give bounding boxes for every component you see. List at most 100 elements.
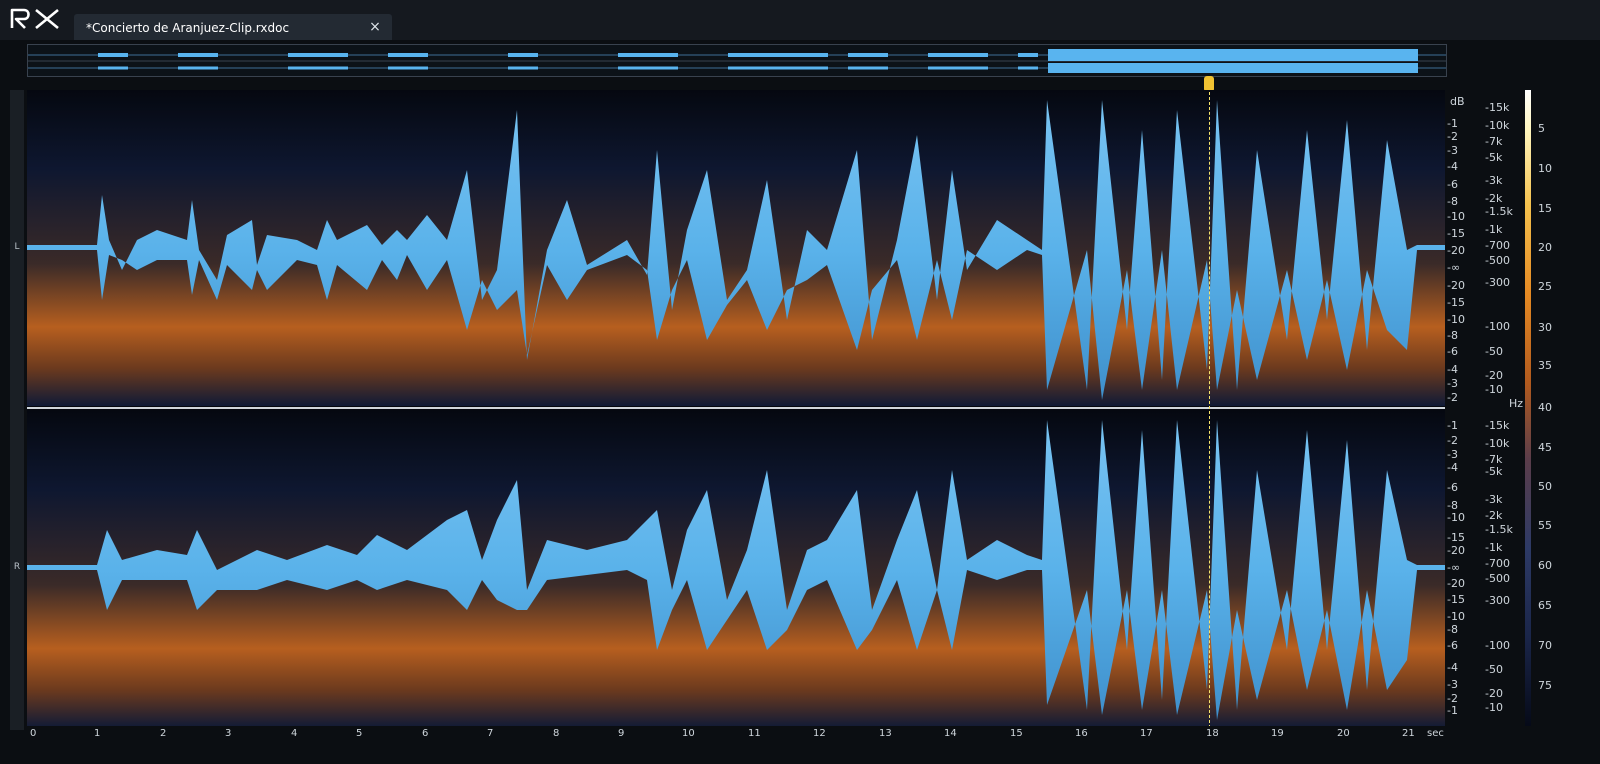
amplitude-tick: -20 xyxy=(1447,544,1465,557)
spectrogram-graphic xyxy=(27,90,1445,728)
amplitude-tick: -2 xyxy=(1447,130,1458,143)
frequency-tick: -15k xyxy=(1485,419,1510,432)
spectrogram-waveform-display[interactable] xyxy=(27,90,1445,728)
bottom-toolbar xyxy=(0,748,1600,764)
amplitude-tick: -15 xyxy=(1447,531,1465,544)
frequency-tick: -7k xyxy=(1485,135,1503,148)
amplitude-tick: -10 xyxy=(1447,313,1465,326)
rx-logo-icon xyxy=(10,8,59,30)
frequency-tick: -20 xyxy=(1485,369,1503,382)
time-tick: 8 xyxy=(553,728,560,739)
time-tick: 2 xyxy=(160,728,167,739)
frequency-tick: -700 xyxy=(1485,239,1510,252)
channel-right-label: R xyxy=(13,562,21,572)
db-scale-tick: 65 xyxy=(1538,599,1552,612)
document-tab[interactable]: *Concierto de Aranjuez-Clip.rxdoc × xyxy=(74,14,392,40)
amplitude-tick: -4 xyxy=(1447,461,1458,474)
amplitude-tick: -20 xyxy=(1447,577,1465,590)
time-tick: 21 xyxy=(1402,728,1415,739)
frequency-tick: -1.5k xyxy=(1485,523,1513,536)
time-tick: 18 xyxy=(1206,728,1219,739)
title-bar: *Concierto de Aranjuez-Clip.rxdoc × xyxy=(0,0,1600,40)
time-tick: 14 xyxy=(944,728,957,739)
time-tick: 15 xyxy=(1010,728,1023,739)
time-ruler[interactable]: 0 1 2 3 4 5 6 7 8 9 10 11 12 13 14 15 16… xyxy=(27,726,1445,748)
db-scale-tick: 35 xyxy=(1538,359,1552,372)
frequency-tick: -1k xyxy=(1485,223,1503,236)
amplitude-tick: -3 xyxy=(1447,377,1458,390)
amplitude-tick: -6 xyxy=(1447,639,1458,652)
db-scale-tick: 15 xyxy=(1538,202,1552,215)
amplitude-tick: -1 xyxy=(1447,704,1458,717)
db-scale-tick: 20 xyxy=(1538,241,1552,254)
frequency-tick: -50 xyxy=(1485,345,1503,358)
db-scale-tick: 55 xyxy=(1538,519,1552,532)
frequency-tick: -10 xyxy=(1485,383,1503,396)
spectrogram-color-scale xyxy=(1525,90,1531,726)
amplitude-tick: -3 xyxy=(1447,678,1458,691)
amplitude-tick: -3 xyxy=(1447,144,1458,157)
db-scale-tick: 75 xyxy=(1538,679,1552,692)
time-tick: 13 xyxy=(879,728,892,739)
amplitude-tick: -20 xyxy=(1447,279,1465,292)
frequency-unit-label: Hz xyxy=(1509,397,1524,410)
time-tick: 7 xyxy=(487,728,494,739)
channel-divider-handle[interactable] xyxy=(27,407,1445,409)
frequency-tick: -3k xyxy=(1485,174,1503,187)
frequency-tick: -2k xyxy=(1485,509,1503,522)
db-scale-tick: 50 xyxy=(1538,480,1552,493)
close-tab-icon[interactable]: × xyxy=(365,17,385,37)
amplitude-tick: -15 xyxy=(1447,227,1465,240)
amplitude-tick: -1 xyxy=(1447,419,1458,432)
amplitude-tick: -10 xyxy=(1447,210,1465,223)
db-scale-tick: 70 xyxy=(1538,639,1552,652)
frequency-tick: -100 xyxy=(1485,639,1510,652)
frequency-tick: -15k xyxy=(1485,101,1510,114)
time-tick: 3 xyxy=(225,728,232,739)
overview-waveform-graphic xyxy=(28,49,1446,73)
time-tick: 0 xyxy=(30,728,37,739)
time-tick: 4 xyxy=(291,728,298,739)
amplitude-tick: -8 xyxy=(1447,329,1458,342)
frequency-tick: -2k xyxy=(1485,192,1503,205)
amplitude-tick: -8 xyxy=(1447,195,1458,208)
editor-area: L R dB -1 -2 -3 -4 -6 -8 -10 -15 -20 -∞ … xyxy=(0,90,1600,764)
frequency-tick: -1k xyxy=(1485,541,1503,554)
amplitude-unit-label: dB xyxy=(1450,95,1465,108)
amplitude-tick: -15 xyxy=(1447,296,1465,309)
time-tick: 10 xyxy=(682,728,695,739)
time-tick: 1 xyxy=(94,728,101,739)
amplitude-tick: -1 xyxy=(1447,117,1458,130)
db-scale-tick: 10 xyxy=(1538,162,1552,175)
frequency-tick: -10k xyxy=(1485,437,1510,450)
time-unit-label: sec xyxy=(1427,728,1444,739)
time-tick: 20 xyxy=(1337,728,1350,739)
frequency-tick: -5k xyxy=(1485,151,1503,164)
amplitude-tick: -∞ xyxy=(1447,561,1461,574)
db-scale-tick: 25 xyxy=(1538,280,1552,293)
frequency-tick: -700 xyxy=(1485,557,1510,570)
amplitude-tick: -20 xyxy=(1447,244,1465,257)
amplitude-tick: -15 xyxy=(1447,593,1465,606)
frequency-tick: -500 xyxy=(1485,572,1510,585)
frequency-tick: -300 xyxy=(1485,276,1510,289)
document-tab-title: *Concierto de Aranjuez-Clip.rxdoc xyxy=(86,21,290,35)
playhead-cursor[interactable] xyxy=(1209,92,1211,728)
frequency-tick: -1.5k xyxy=(1485,205,1513,218)
waveform-overview[interactable] xyxy=(27,44,1447,77)
amplitude-tick: -∞ xyxy=(1447,261,1461,274)
amplitude-frequency-axis: dB -1 -2 -3 -4 -6 -8 -10 -15 -20 -∞ -20 … xyxy=(1445,90,1525,730)
channel-bar: L R xyxy=(10,90,24,730)
frequency-tick: -500 xyxy=(1485,254,1510,267)
amplitude-tick: -8 xyxy=(1447,499,1458,512)
frequency-tick: -50 xyxy=(1485,663,1503,676)
db-scale-tick: 30 xyxy=(1538,321,1552,334)
frequency-tick: -300 xyxy=(1485,594,1510,607)
amplitude-tick: -4 xyxy=(1447,661,1458,674)
frequency-tick: -20 xyxy=(1485,687,1503,700)
amplitude-tick: -2 xyxy=(1447,692,1458,705)
frequency-tick: -100 xyxy=(1485,320,1510,333)
time-tick: 17 xyxy=(1140,728,1153,739)
time-tick: 5 xyxy=(356,728,363,739)
frequency-tick: -7k xyxy=(1485,453,1503,466)
